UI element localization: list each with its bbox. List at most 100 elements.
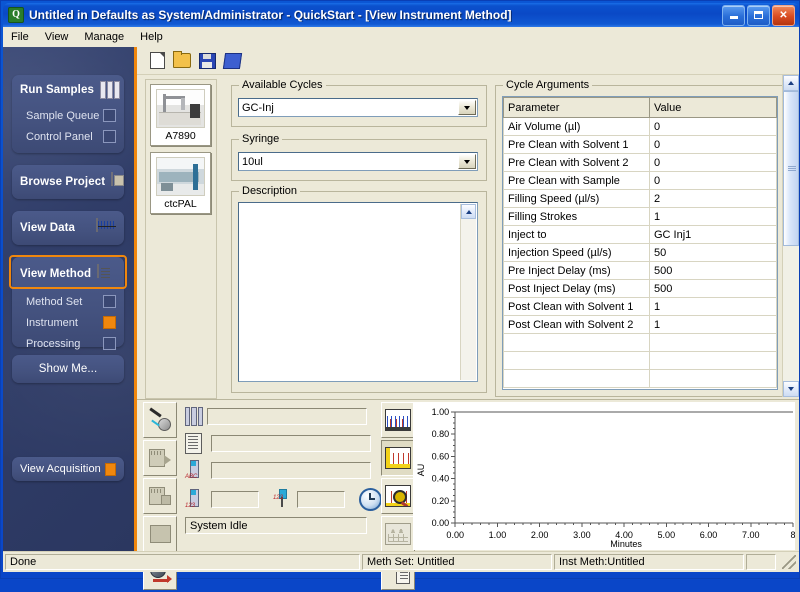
sidebar-item-label: Run Samples: [20, 84, 94, 96]
save-button[interactable]: [195, 49, 219, 72]
window-title: Untitled in Defaults as System/Administr…: [29, 8, 512, 22]
cell-parameter: Pre Clean with Solvent 1: [503, 135, 650, 154]
folder-icon: [111, 172, 131, 191]
review-button[interactable]: [381, 478, 415, 514]
sidebar-item-label: Browse Project: [20, 176, 106, 188]
cell-parameter: Pre Inject Delay (ms): [503, 261, 650, 280]
table-row[interactable]: Injection Speed (µl/s) 50: [503, 243, 777, 262]
sidebar-item-show-me[interactable]: Show Me...: [12, 355, 124, 383]
maximize-button[interactable]: [747, 4, 770, 26]
menu-file[interactable]: File: [3, 29, 37, 45]
table-row[interactable]: Air Volume (µl) 0: [503, 117, 777, 136]
cell-value: 0: [649, 117, 777, 136]
plate-field[interactable]: [207, 407, 367, 425]
cell-parameter: [503, 351, 650, 370]
minimize-button[interactable]: [722, 4, 745, 26]
sample-set-button[interactable]: [143, 478, 177, 514]
sidebar-group-show-me: Show Me...: [12, 355, 124, 383]
sidebar-group-run-samples: Run Samples Sample Queue Control Panel: [12, 75, 124, 153]
view-chromatogram-button[interactable]: [381, 402, 415, 438]
sample-number-field[interactable]: [211, 491, 259, 508]
minimize-icon: [729, 16, 738, 19]
plate-button[interactable]: [143, 516, 177, 552]
cell-parameter: Filling Speed (µl/s): [503, 189, 650, 208]
column-header-parameter[interactable]: Parameter: [503, 97, 650, 118]
system-status-field: System Idle: [185, 517, 367, 534]
cycle-arguments-group: Cycle Arguments Parameter Value Air Volu…: [495, 79, 785, 397]
status-method-set: Meth Set: Untitled: [362, 554, 552, 570]
clock-icon: [359, 488, 382, 511]
close-icon: ✕: [779, 9, 788, 21]
results-table-button[interactable]: [381, 516, 415, 552]
cell-parameter: [503, 369, 650, 388]
sidebar-item-control-panel[interactable]: Control Panel: [12, 126, 124, 147]
cell-parameter: Post Clean with Solvent 2: [503, 315, 650, 334]
client-area: Run Samples Sample Queue Control Panel B…: [3, 47, 799, 590]
cell-value: 1: [649, 297, 777, 316]
sidebar-item-view-acquisition[interactable]: View Acquisition: [12, 457, 124, 481]
content-area: A7890 ctcPAL Available Cycles GC-Inj Syr…: [137, 47, 799, 590]
menu-view[interactable]: View: [37, 29, 77, 45]
sidebar-item-browse-project[interactable]: Browse Project: [12, 165, 124, 199]
injection-count-field[interactable]: [297, 491, 345, 508]
description-scrollbar[interactable]: [460, 204, 476, 380]
chevron-down-icon[interactable]: [458, 154, 476, 169]
scroll-up-button[interactable]: [783, 75, 799, 91]
table-row[interactable]: Pre Clean with Sample 0: [503, 171, 777, 190]
menu-manage[interactable]: Manage: [76, 29, 132, 45]
table-row[interactable]: Inject to GC Inj1: [503, 225, 777, 244]
resize-grip-icon[interactable]: [782, 555, 796, 569]
sidebar-item-view-method[interactable]: View Method: [12, 257, 124, 291]
content-vertical-scrollbar[interactable]: [782, 75, 799, 397]
sidebar-item-label: View Data: [20, 222, 76, 234]
syringe-combo[interactable]: 10ul: [238, 152, 478, 171]
sidebar-item-processing[interactable]: Processing: [12, 333, 124, 354]
cell-value: [649, 369, 777, 388]
table-row[interactable]: Pre Clean with Solvent 20: [503, 153, 777, 172]
view-data-button[interactable]: [381, 440, 415, 476]
chromatogram-chart[interactable]: 0.00 0.20 0.40 0.60 0.80 1.00 0.00 1.00 2.00 3.0…: [413, 402, 796, 550]
scrollbar-thumb[interactable]: [783, 91, 799, 246]
open-button[interactable]: [170, 49, 194, 72]
menu-help[interactable]: Help: [132, 29, 171, 45]
chart-y-tick-label: 0.00: [432, 518, 450, 528]
sidebar-item-method-set[interactable]: Method Set: [12, 291, 124, 312]
description-textarea[interactable]: [238, 202, 478, 382]
instrument-card-a7890[interactable]: A7890: [150, 84, 211, 146]
cycle-arguments-table-container: Parameter Value Air Volume (µl) 0 Pre Clea…: [502, 96, 778, 390]
cell-value: 500: [649, 261, 777, 280]
sidebar-item-view-data[interactable]: View Data: [12, 211, 124, 245]
table-row[interactable]: Filling Strokes 1: [503, 207, 777, 226]
table-row[interactable]: Filling Speed (µl/s) 2: [503, 189, 777, 208]
cell-value: 1: [649, 207, 777, 226]
inject-syringe-button[interactable]: [143, 402, 177, 438]
table-row[interactable]: Post Clean with Solvent 21: [503, 315, 777, 334]
scroll-down-button[interactable]: [783, 381, 799, 397]
copy-button[interactable]: [220, 49, 244, 72]
sidebar-item-instrument[interactable]: Instrument: [12, 312, 124, 333]
chromatogram-magnifier-icon: [385, 485, 411, 507]
sidebar-item-sample-queue[interactable]: Sample Queue: [12, 105, 124, 126]
table-row[interactable]: Pre Clean with Solvent 10: [503, 135, 777, 154]
scroll-up-button[interactable]: [461, 204, 476, 219]
table-row[interactable]: Post Clean with Solvent 11: [503, 297, 777, 316]
instrument-card-ctcpal[interactable]: ctcPAL: [150, 152, 211, 214]
window-controls: ✕: [722, 4, 795, 26]
sample-name-field[interactable]: [211, 462, 371, 479]
new-button[interactable]: [145, 49, 169, 72]
vials-icon: [99, 81, 120, 99]
column-header-value[interactable]: Value: [649, 97, 777, 118]
available-cycles-combo[interactable]: GC-Inj: [238, 98, 478, 117]
sidebar-item-run-samples[interactable]: Run Samples: [12, 75, 124, 105]
sample-set-field[interactable]: [211, 435, 371, 452]
chart-y-tick-label: 0.60: [432, 451, 450, 461]
chevron-down-icon[interactable]: [458, 100, 476, 115]
chart-x-axis-label: Minutes: [610, 539, 642, 549]
plate-icon: [149, 525, 171, 543]
chart-x-tick-label: 3.00: [573, 530, 591, 540]
table-row[interactable]: Pre Inject Delay (ms) 500: [503, 261, 777, 280]
run-samples-button[interactable]: [143, 440, 177, 476]
chart-svg: 0.00 0.20 0.40 0.60 0.80 1.00 0.00 1.00 2.00 3.0…: [413, 402, 796, 550]
close-button[interactable]: ✕: [772, 4, 795, 26]
table-row[interactable]: Post Inject Delay (ms) 500: [503, 279, 777, 298]
